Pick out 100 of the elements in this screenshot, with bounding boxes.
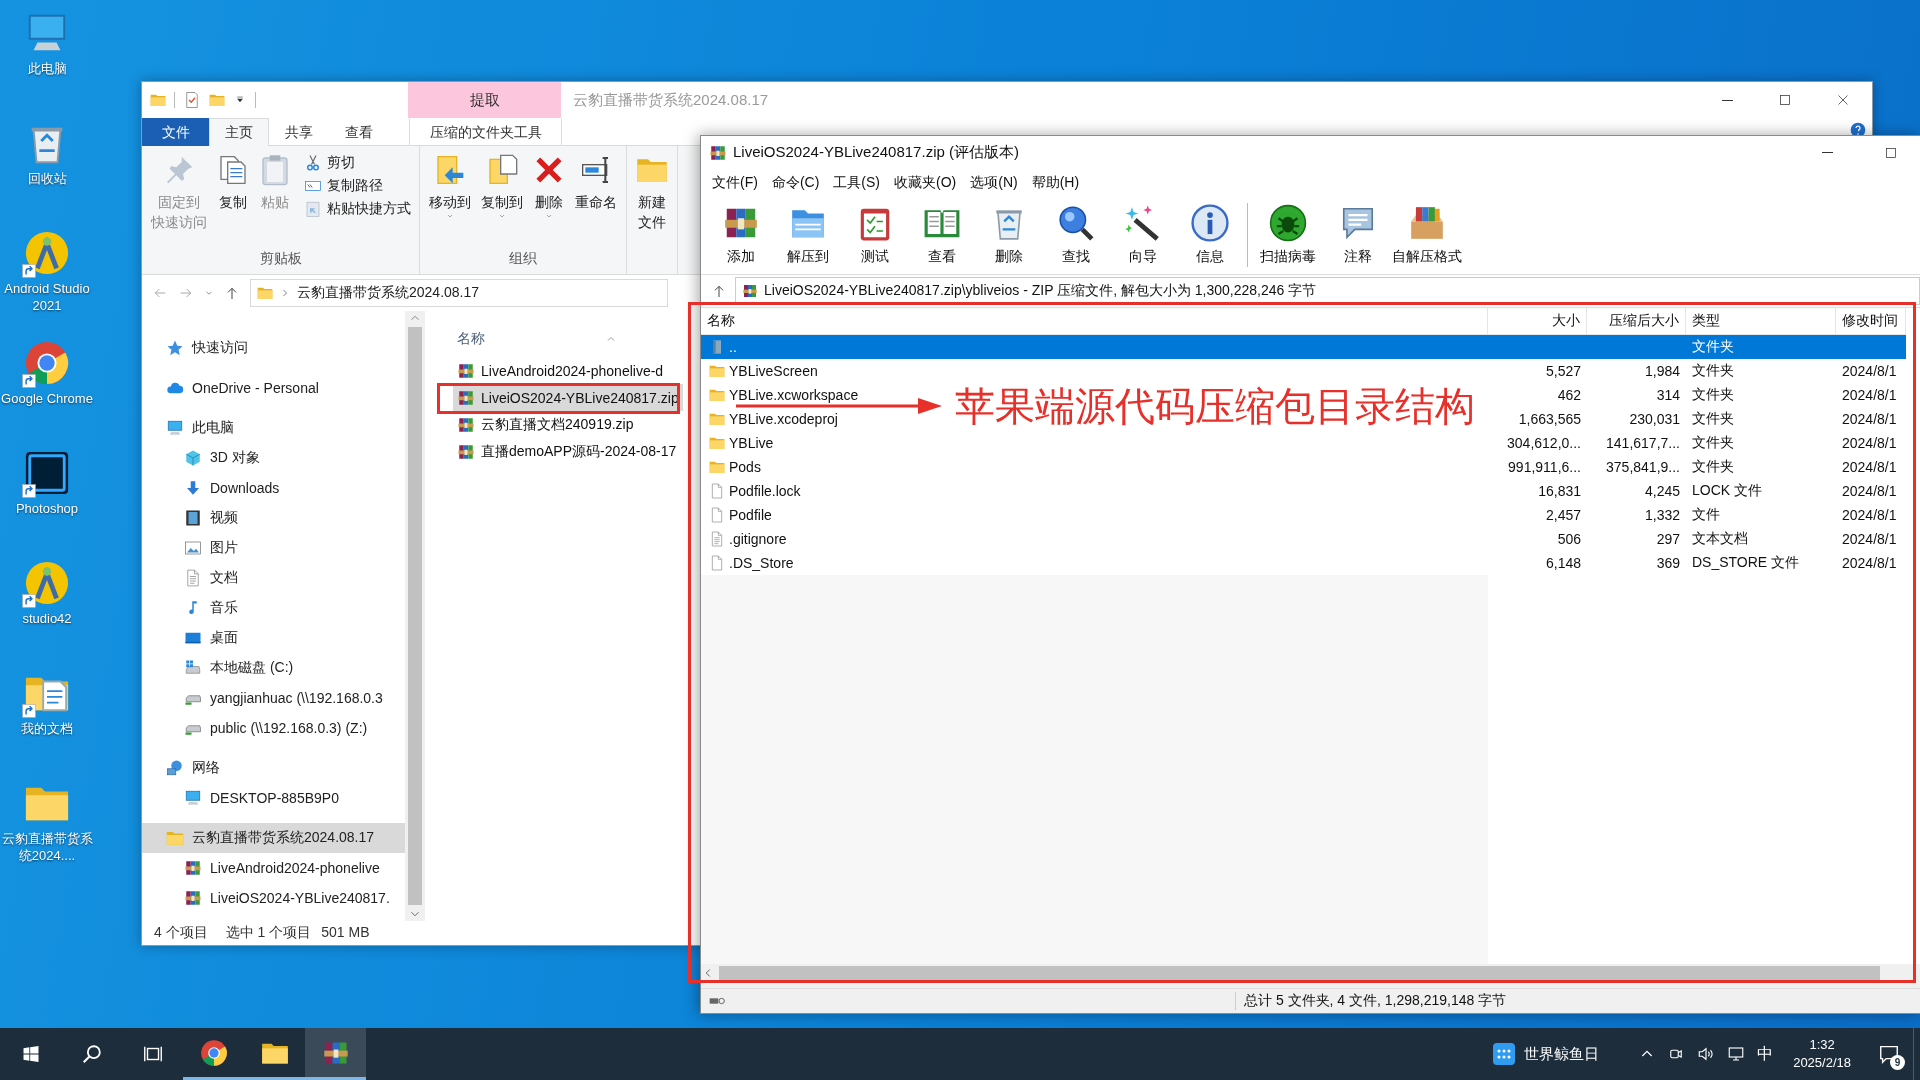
menu-item[interactable]: 选项(N)	[963, 173, 1025, 192]
menu-item[interactable]: 工具(S)	[826, 173, 887, 192]
file-icon	[709, 483, 725, 499]
network-icon	[166, 759, 184, 777]
ribbon-button[interactable]: 重命名	[570, 152, 622, 214]
scrollbar[interactable]	[405, 311, 425, 921]
taskbar-app-button[interactable]	[305, 1028, 366, 1080]
android-studio-icon[interactable]	[24, 230, 70, 276]
input-method-indicator[interactable]: 中	[1751, 1028, 1780, 1080]
column-header[interactable]: 名称	[701, 308, 1488, 334]
nav-item[interactable]: 此电脑	[142, 413, 405, 443]
ribbon-button[interactable]: 移动到	[424, 152, 476, 228]
nav-item[interactable]: 桌面	[142, 623, 405, 653]
clock[interactable]: 1:32 2025/2/18	[1779, 1028, 1865, 1080]
ribbon-button[interactable]: 新建 文件	[631, 152, 673, 234]
file-item[interactable]: LiveAndroid2024-phonelive-d	[453, 357, 668, 384]
nav-item[interactable]: 视频	[142, 503, 405, 533]
toolbar-button[interactable]: 自解压格式	[1391, 204, 1463, 266]
toolbar-button[interactable]: 注释	[1324, 204, 1391, 266]
nav-item[interactable]: 音乐	[142, 593, 405, 623]
nav-item[interactable]: yangjianhuac (\\192.168.0.3	[142, 683, 405, 713]
selected-file-row[interactable]: .. 文件夹	[701, 335, 1906, 359]
menu-item[interactable]: 收藏夹(O)	[887, 173, 964, 192]
archive-books-icon	[742, 283, 758, 299]
folder-icon	[709, 435, 725, 451]
nav-item[interactable]: 本地磁盘 (C:)	[142, 653, 405, 683]
column-header[interactable]: 类型	[1686, 308, 1836, 334]
archive-path: LiveiOS2024-YBLive240817.zip\ybliveios - ZIP 压缩文件, 解包大小为 1,300,228,246 字节	[764, 282, 1317, 300]
file-item[interactable]: 云豹直播文档240919.zip	[453, 411, 638, 438]
nav-item[interactable]: 快速访问	[142, 333, 405, 363]
chrome-icon[interactable]	[24, 340, 70, 386]
folder-icon	[709, 387, 725, 403]
callout-text: 苹果端源代码压缩包目录结构	[955, 383, 1475, 430]
ribbon-tab[interactable]: 主页	[209, 118, 269, 146]
ribbon-button[interactable]: 剪切	[300, 152, 415, 174]
nav-item[interactable]: LiveAndroid2024-phonelive	[142, 853, 405, 883]
drive-icon	[184, 659, 202, 677]
file-item[interactable]: LiveiOS2024-YBLive240817.zip	[453, 384, 683, 411]
nav-item[interactable]: 云豹直播带货系统2024.08.17	[142, 823, 405, 853]
menu-item[interactable]: 帮助(H)	[1024, 173, 1087, 192]
speaker-icon[interactable]	[1697, 1045, 1716, 1063]
file-name: .DS_Store	[729, 555, 794, 571]
nav-item[interactable]: Downloads	[142, 473, 405, 503]
toolbar-button[interactable]: 添加	[707, 204, 774, 266]
nav-item[interactable]: DESKTOP-885B9P0	[142, 783, 405, 813]
file-name: YBLiveScreen	[729, 363, 818, 379]
ribbon-button[interactable]: 复制路径	[300, 175, 415, 197]
table-cell-text: LOCK 文件	[1691, 482, 1763, 500]
notification-icon	[1878, 1043, 1900, 1065]
nav-item[interactable]: LiveiOS2024-YBLive240817.	[142, 883, 405, 913]
ribbon-tab[interactable]: 查看	[329, 118, 389, 146]
file-item[interactable]: 直播demoAPP源码-2024-08-17	[453, 438, 681, 465]
archive-books-icon	[184, 889, 202, 907]
table-cell-text: 1,663,565	[1517, 411, 1582, 427]
table-cell-text: 4,245	[1643, 483, 1681, 499]
ribbon-button[interactable]: 复制	[212, 152, 254, 214]
notification-button[interactable]: 9	[1865, 1028, 1913, 1080]
nav-item[interactable]: 文档	[142, 563, 405, 593]
photoshop-icon[interactable]	[24, 450, 70, 496]
table-cell-text: 文件夹	[1691, 458, 1735, 476]
android-studio-icon[interactable]	[24, 560, 70, 606]
ribbon-button[interactable]: 删除	[528, 152, 570, 228]
nav-item[interactable]: public (\\192.168.0.3) (Z:)	[142, 713, 405, 743]
table-cell-text: 991,911,6...	[1507, 459, 1582, 475]
toolbar-button[interactable]: 向导	[1109, 204, 1176, 266]
toolbar-button[interactable]: 解压到	[774, 204, 841, 266]
toolbar-button[interactable]: 删除	[975, 204, 1042, 266]
address-field[interactable]: 云豹直播带货系统2024.08.17	[250, 279, 668, 307]
column-header[interactable]: 大小	[1488, 308, 1587, 334]
column-header[interactable]: 压缩后大小	[1587, 308, 1686, 334]
nav-item[interactable]: OneDrive - Personal	[142, 373, 405, 403]
ribbon-tab[interactable]: 共享	[269, 118, 329, 146]
nav-item[interactable]: 图片	[142, 533, 405, 563]
menu-item[interactable]: 文件(F)	[705, 173, 765, 192]
table-cell-text: 314	[1655, 387, 1681, 403]
download-arrow-icon	[184, 479, 202, 497]
ribbon-tab[interactable]: 文件	[142, 118, 209, 146]
properties-icon[interactable]	[183, 91, 201, 109]
picture-icon	[184, 539, 202, 557]
file-name: .gitignore	[729, 531, 787, 547]
document-icon	[184, 569, 202, 587]
nav-item[interactable]: 网络	[142, 753, 405, 783]
table-cell-text: 文件夹	[1691, 386, 1735, 404]
menu-item[interactable]: 命令(C)	[764, 173, 827, 192]
column-header[interactable]: 修改时间	[1836, 308, 1906, 334]
toolbar-button[interactable]: 信息	[1176, 204, 1243, 266]
network-monitor-icon[interactable]	[1727, 1045, 1746, 1063]
toolbar-button[interactable]: 查看	[908, 204, 975, 266]
path-field[interactable]: LiveiOS2024-YBLive240817.zip\ybliveios - ZIP 压缩文件, 解包大小为 1,300,228,246 字节	[735, 277, 1920, 305]
column-header[interactable]: 名称	[457, 330, 485, 348]
table-cell-text: 2024/8/1	[1841, 507, 1898, 523]
toolbar-button[interactable]: 测试	[841, 204, 908, 266]
file-name: Pods	[729, 459, 761, 475]
ribbon-button[interactable]: 复制到	[476, 152, 528, 228]
toolbar-button[interactable]: 查找	[1042, 204, 1109, 266]
nav-item[interactable]: 3D 对象	[142, 443, 405, 473]
table-cell-text: 2024/8/1	[1841, 555, 1898, 571]
toolbar-button[interactable]: 扫描病毒	[1252, 204, 1324, 266]
news-widget[interactable]: 世界鲸鱼日	[1482, 1028, 1610, 1080]
move-to-icon	[434, 154, 466, 186]
